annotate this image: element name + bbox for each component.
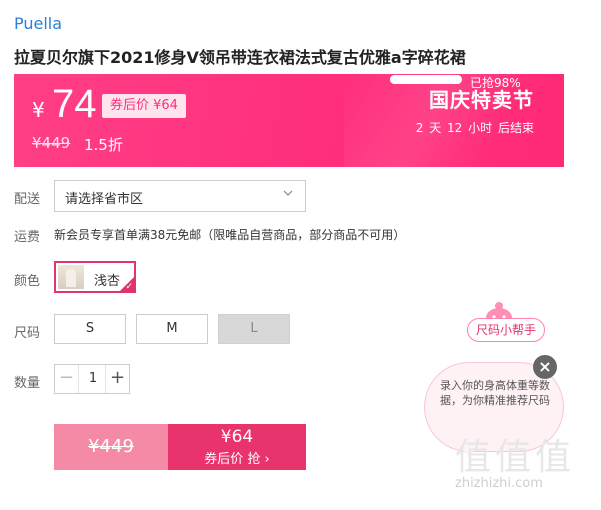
product-title: 拉夏贝尔旗下2021修身V领吊带连衣裙法式复古优雅a字碎花裙	[14, 48, 466, 67]
size-label: 尺码	[14, 326, 41, 341]
coupon-price-badge: 券后价 ¥64	[102, 94, 186, 118]
size-helper-message: 录入你的身高体重等数据，为你精准推荐尺码	[440, 379, 550, 407]
quantity-stepper[interactable]: − 1 +	[54, 364, 130, 394]
size-option-m[interactable]: M	[136, 314, 208, 344]
buy-button[interactable]: ¥64 券后价 抢 ›	[168, 424, 306, 470]
region-select[interactable]: 请选择省市区	[54, 180, 306, 212]
discount-rate: 1.5折	[84, 136, 123, 154]
color-option-name: 浅杏	[94, 274, 121, 289]
close-icon[interactable]: ×	[533, 355, 557, 379]
countdown-hours: 12	[447, 121, 463, 135]
countdown-days: 2	[415, 121, 424, 135]
size-option-l[interactable]: L	[218, 314, 290, 344]
buy-button-label: 券后价 抢 ›	[204, 452, 270, 467]
size-helper-tag[interactable]: 尺码小帮手	[467, 318, 546, 342]
size-option-s[interactable]: S	[54, 314, 126, 344]
buy-original-price[interactable]: ¥449	[54, 424, 168, 470]
chevron-down-icon	[283, 190, 293, 196]
price-currency: ¥	[32, 98, 45, 122]
countdown-hour-unit: 小时	[468, 121, 493, 135]
sold-progress-bar	[390, 75, 462, 84]
countdown-suffix: 后结束	[497, 121, 534, 135]
color-thumbnail	[58, 265, 84, 289]
shipping-info: 新会员专享首单满38元免邮（限唯品自营商品，部分商品不可用）	[54, 228, 406, 242]
region-select-value: 请选择省市区	[65, 192, 144, 207]
watermark: 值值值 zhizhizhi.com	[455, 428, 595, 491]
sold-progress-fill	[390, 75, 461, 84]
color-option[interactable]: 浅杏 ✓	[54, 261, 136, 293]
brand-name[interactable]: Puella	[14, 14, 62, 33]
delivery-label: 配送	[14, 192, 41, 207]
quantity-minus-button[interactable]: −	[55, 365, 79, 393]
quantity-label: 数量	[14, 376, 41, 391]
countdown-day-unit: 天	[429, 121, 442, 135]
sale-price: 74	[52, 82, 97, 126]
countdown: 2 天 12 小时 后结束	[414, 119, 534, 136]
buy-button-price: ¥64	[220, 427, 254, 447]
watermark-logo: 值值值	[455, 437, 576, 478]
quantity-input[interactable]: 1	[79, 365, 107, 393]
quantity-plus-button[interactable]: +	[105, 365, 129, 393]
original-price: ¥449	[32, 134, 71, 152]
sold-progress-text: 已抢98%	[470, 76, 521, 90]
shipping-label: 运费	[14, 230, 41, 245]
check-icon: ✓	[125, 282, 133, 292]
color-label: 颜色	[14, 274, 41, 289]
